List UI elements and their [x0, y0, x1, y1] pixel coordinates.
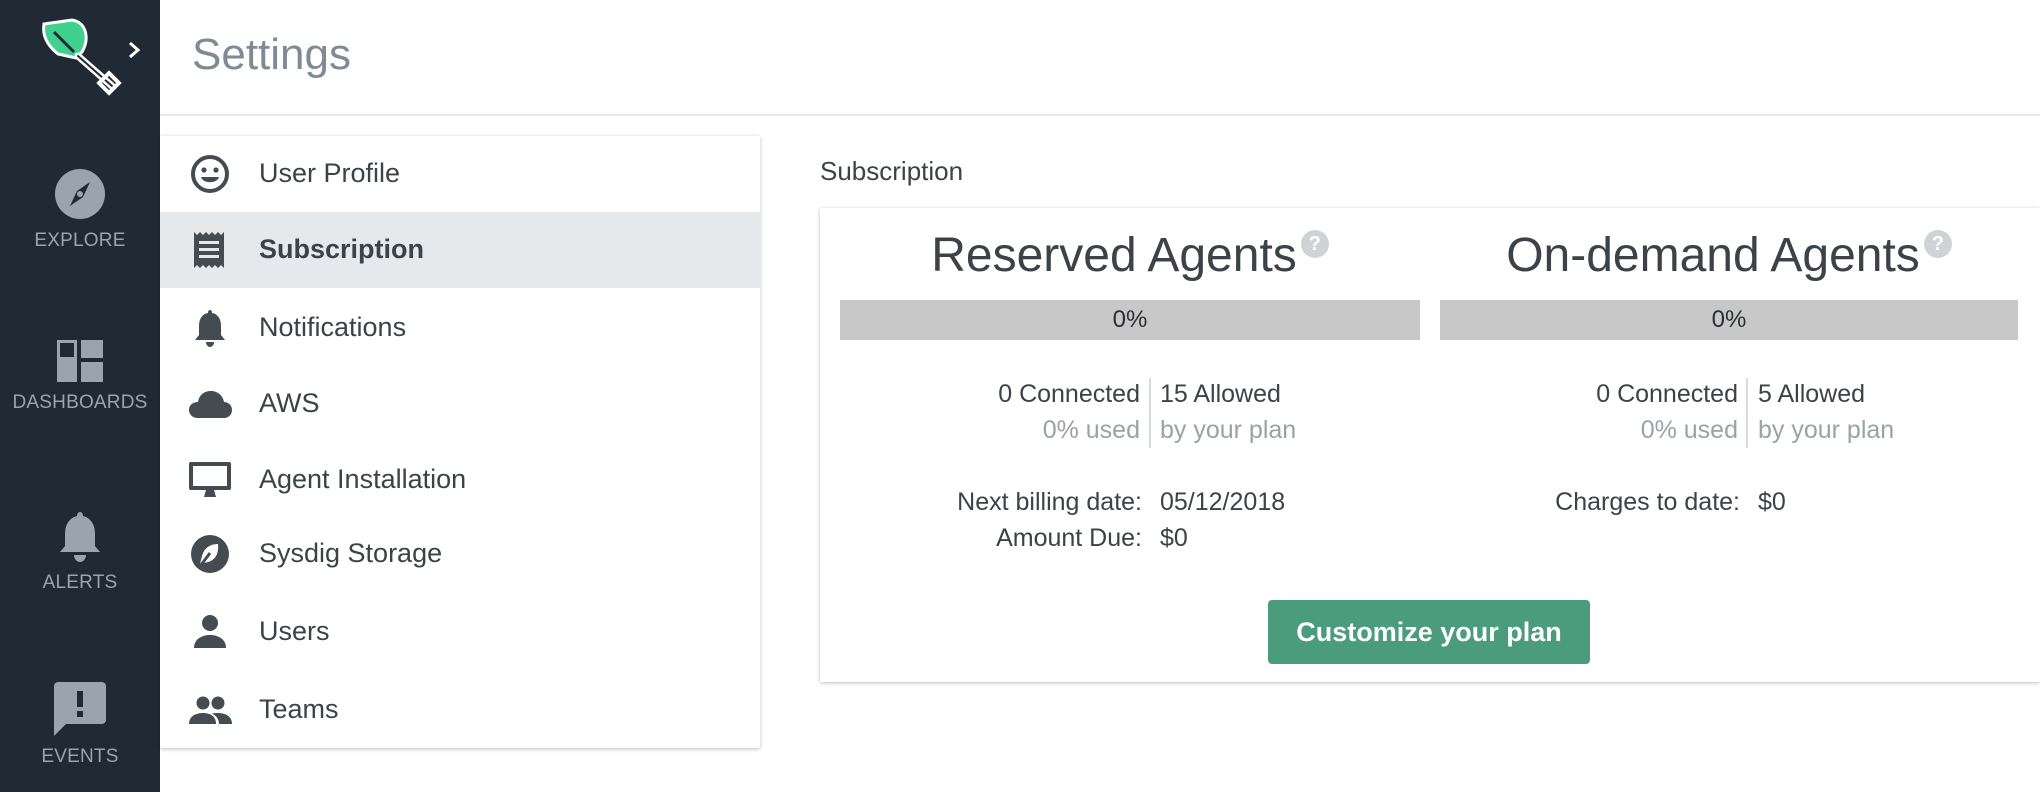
stat-divider: [1149, 378, 1151, 448]
menu-item-teams[interactable]: Teams: [160, 672, 760, 748]
menu-item-label: AWS: [259, 388, 320, 418]
sysdig-logo-icon[interactable]: [38, 16, 128, 96]
nav-item-events[interactable]: EVENTS: [0, 682, 160, 768]
ondemand-allowed-sub: by your plan: [1758, 416, 1895, 444]
reserved-progress-bar: 0%: [840, 300, 1420, 340]
dashboard-icon: [57, 340, 103, 382]
ondemand-connected: 0 Connected: [1596, 380, 1738, 408]
amount-due-value: $0: [1160, 524, 1188, 552]
nav-item-explore[interactable]: EXPLORE: [0, 168, 160, 252]
menu-item-label: User Profile: [259, 158, 401, 188]
reserved-progress-text: 0%: [1112, 306, 1148, 333]
monitor-icon: [189, 462, 231, 497]
nav-label: ALERTS: [42, 572, 118, 593]
reserved-connected: 0 Connected: [998, 380, 1140, 408]
amount-due-label: Amount Due:: [996, 524, 1142, 552]
header: Settings: [160, 0, 2040, 116]
nav-label: DASHBOARDS: [12, 392, 148, 413]
charges-to-date-value: $0: [1758, 488, 1786, 516]
menu-item-users[interactable]: Users: [160, 594, 760, 670]
menu-item-label: Subscription: [259, 234, 425, 264]
help-icon[interactable]: ?: [1300, 230, 1329, 258]
charges-to-date-label: Charges to date:: [1555, 488, 1740, 516]
ondemand-agents-heading: On-demand Agents?: [1440, 228, 2018, 283]
reserved-allowed-sub: by your plan: [1160, 416, 1297, 444]
event-icon: [54, 682, 106, 736]
ondemand-allowed: 5 Allowed: [1758, 380, 1866, 408]
storage-icon: [191, 535, 229, 573]
settings-menu: User Profile Subscription Notifications …: [160, 136, 760, 748]
reserved-allowed-stat: 15 Allowed by your plan: [1160, 376, 1296, 448]
ondemand-agents-title: On-demand Agents: [1506, 229, 1920, 282]
ondemand-connected-stat: 0 Connected 0% used: [1538, 376, 1738, 448]
next-billing-label: Next billing date:: [957, 488, 1142, 516]
stat-divider: [1746, 378, 1748, 448]
help-icon[interactable]: ?: [1923, 230, 1952, 258]
ondemand-allowed-stat: 5 Allowed by your plan: [1758, 376, 1894, 448]
page-title: Settings: [192, 30, 351, 79]
subscription-card: Reserved Agents? 0% 0 Connected 0% used …: [820, 208, 2040, 682]
receipt-icon: [194, 232, 224, 268]
nav-label: EXPLORE: [34, 230, 126, 251]
cloud-icon: [189, 391, 232, 418]
reserved-allowed: 15 Allowed: [1160, 380, 1281, 408]
nav-label: EVENTS: [41, 746, 119, 767]
expand-chevron-icon[interactable]: [126, 40, 142, 60]
reserved-agents-heading: Reserved Agents?: [840, 228, 1420, 283]
user-icon: [194, 615, 226, 648]
menu-item-user-profile[interactable]: User Profile: [160, 136, 760, 212]
menu-item-label: Users: [259, 616, 330, 646]
menu-item-sysdig-storage[interactable]: Sysdig Storage: [160, 516, 760, 592]
section-title: Subscription: [820, 156, 964, 186]
left-nav: EXPLORE DASHBOARDS ALERTS EVENTS: [0, 0, 160, 792]
menu-item-label: Notifications: [259, 312, 407, 342]
customize-plan-button[interactable]: Customize your plan: [1268, 600, 1590, 664]
reserved-agents-title: Reserved Agents: [931, 229, 1297, 282]
ondemand-progress-bar: 0%: [1440, 300, 2018, 340]
ondemand-used: 0% used: [1640, 416, 1738, 444]
ondemand-progress-text: 0%: [1711, 306, 1747, 333]
reserved-used: 0% used: [1042, 416, 1140, 444]
compass-icon: [55, 169, 105, 219]
menu-item-notifications[interactable]: Notifications: [160, 290, 760, 366]
nav-item-alerts[interactable]: ALERTS: [0, 510, 160, 594]
nav-item-dashboards[interactable]: DASHBOARDS: [0, 340, 160, 414]
menu-item-subscription[interactable]: Subscription: [160, 212, 760, 288]
menu-item-aws[interactable]: AWS: [160, 366, 760, 442]
bell-icon: [60, 512, 100, 562]
bell-icon: [195, 310, 225, 347]
reserved-connected-stat: 0 Connected 0% used: [940, 376, 1140, 448]
menu-item-agent-installation[interactable]: Agent Installation: [160, 442, 760, 518]
menu-item-label: Teams: [259, 694, 339, 724]
next-billing-value: 05/12/2018: [1160, 488, 1286, 516]
smiley-icon: [191, 155, 229, 193]
team-icon: [189, 696, 232, 724]
menu-item-label: Sysdig Storage: [259, 538, 443, 568]
menu-item-label: Agent Installation: [259, 464, 467, 494]
